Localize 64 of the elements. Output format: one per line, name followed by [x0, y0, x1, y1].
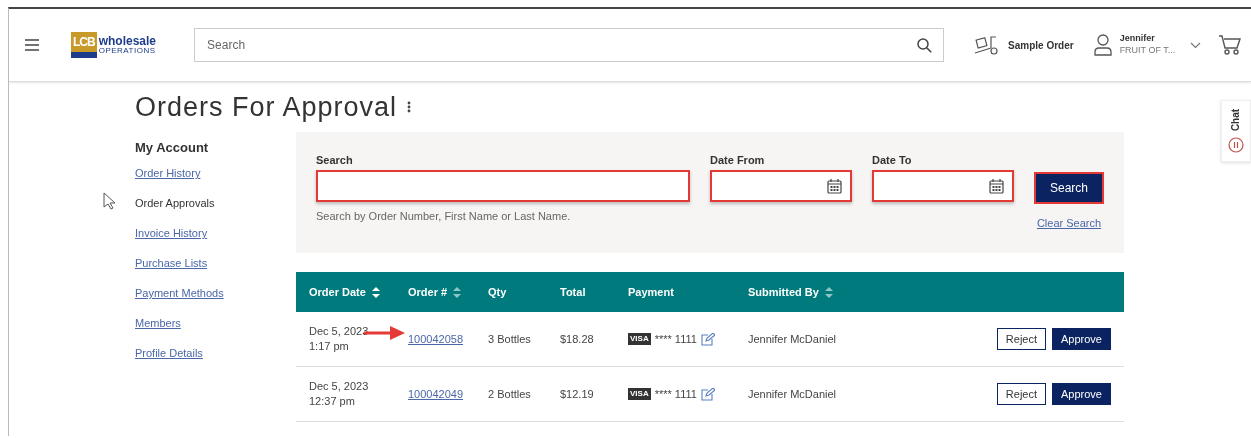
field-label: Date To: [872, 154, 913, 166]
sidebar-link[interactable]: Payment Methods: [135, 284, 296, 314]
sidebar-link[interactable]: Purchase Lists: [135, 254, 296, 284]
calendar-icon[interactable]: [827, 178, 842, 194]
sort-icon[interactable]: [371, 286, 380, 298]
user-organization: FRUIT OF T...: [1119, 45, 1177, 57]
sidebar-title: My Account: [135, 140, 210, 155]
table-cell-text: Jennifer McDaniel: [748, 331, 838, 347]
page-title: Orders For Approval: [135, 91, 398, 123]
menu-icon[interactable]: [25, 39, 39, 51]
order-number-link[interactable]: 100042058: [408, 332, 464, 345]
search-icon[interactable]: [917, 38, 933, 53]
user-name[interactable]: Jennifer: [1119, 33, 1182, 45]
column-header[interactable]: Order Date: [309, 286, 366, 298]
field-label: Date From: [710, 154, 766, 166]
logo-text[interactable]: wholesale: [98, 35, 157, 47]
reject-button[interactable]: Reject: [996, 383, 1046, 405]
approve-button[interactable]: Approve: [1052, 383, 1111, 405]
logo-subtitle: OPERATIONS: [98, 47, 157, 55]
sidebar-link[interactable]: Invoice History: [135, 224, 296, 254]
card-number: **** 1111: [654, 331, 697, 347]
card-brand-badge: VISA: [628, 387, 651, 401]
table-cell-text: 3 Bottles: [488, 331, 532, 347]
date-field[interactable]: [710, 170, 852, 202]
mouse-pointer-icon: [103, 192, 115, 210]
date-field[interactable]: [872, 170, 1014, 202]
table-cell-text: 2 Bottles: [488, 386, 532, 402]
clear-search-link[interactable]: Clear Search: [1036, 217, 1102, 229]
user-icon[interactable]: [1093, 34, 1112, 56]
field-label: Search: [316, 154, 354, 166]
column-header[interactable]: Total: [560, 286, 586, 298]
calendar-icon[interactable]: [989, 178, 1004, 194]
cart-icon[interactable]: [1218, 34, 1241, 56]
column-header[interactable]: Payment: [628, 286, 674, 298]
sidebar-link[interactable]: Members: [135, 314, 296, 344]
reject-button[interactable]: Reject: [996, 328, 1046, 350]
table-cell-text: Jennifer McDaniel: [748, 386, 838, 402]
sort-icon[interactable]: [824, 286, 833, 298]
chat-tab[interactable]: Chat: [1221, 100, 1251, 162]
edit-icon[interactable]: [700, 332, 715, 346]
card-number: **** 1111: [654, 386, 697, 402]
search-field[interactable]: Search: [194, 28, 945, 62]
search-button[interactable]: Search: [1034, 172, 1104, 204]
sidebar-link[interactable]: Profile Details: [135, 344, 296, 374]
card-brand-badge: VISA: [628, 332, 651, 346]
table-cell-text: $18.28: [560, 331, 595, 347]
approve-button[interactable]: Approve: [1052, 328, 1111, 350]
column-header[interactable]: Order #: [408, 286, 448, 298]
sample-order-link[interactable]: Sample Order: [1008, 39, 1074, 51]
order-number-link[interactable]: 100042049: [408, 387, 464, 400]
column-header[interactable]: Qty: [488, 286, 507, 298]
chevron-down-icon[interactable]: [1189, 41, 1201, 49]
sidebar-link[interactable]: Order History: [135, 164, 296, 194]
more-options-icon[interactable]: [407, 101, 412, 113]
edit-icon[interactable]: [700, 387, 715, 401]
table-cell-text: $12.19: [560, 386, 595, 402]
sort-icon[interactable]: [453, 286, 462, 298]
column-header[interactable]: Submitted By: [748, 286, 819, 298]
hand-truck-icon[interactable]: [974, 34, 1001, 56]
sidebar-link[interactable]: Order Approvals: [135, 194, 296, 224]
order-date: Dec 5, 2023 12:37 pm: [309, 380, 369, 407]
search-input-field[interactable]: [316, 170, 690, 202]
field-hint: Search by Order Number, First Name or Last Name.: [316, 210, 572, 222]
order-date: Dec 5, 2023 1:17 pm: [309, 325, 369, 352]
